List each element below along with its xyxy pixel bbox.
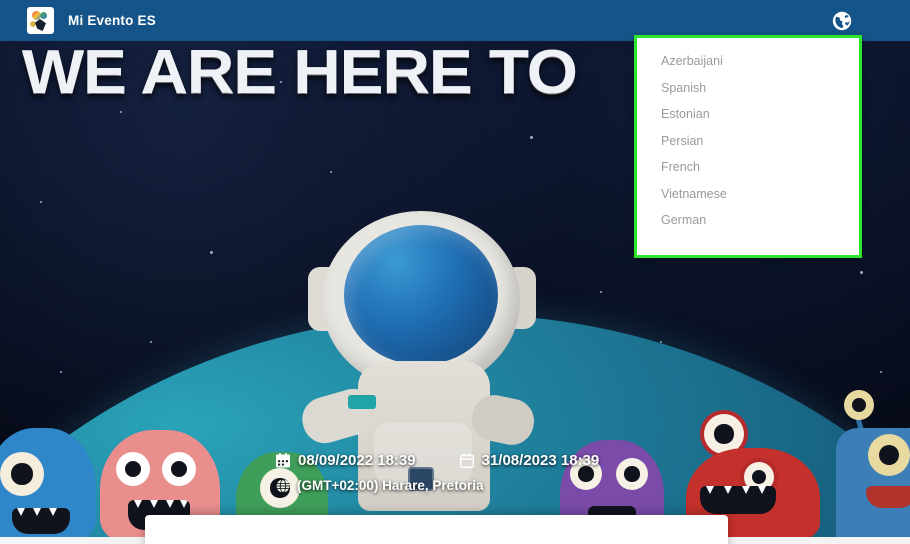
event-end-text: 31/08/2023 18:39 xyxy=(481,452,600,469)
language-option-azerbaijani[interactable]: Azerbaijani xyxy=(637,48,859,75)
globe-icon xyxy=(832,11,852,30)
event-meta: 08/09/2022 18:39 31/08/2023 18:39 (GMT+0… xyxy=(276,452,599,493)
language-option-vietnamese[interactable]: Vietnamese xyxy=(637,181,859,208)
event-timezone-text: (GMT+02:00) Harare, Pretoria xyxy=(297,478,484,493)
monster-graphic-blue-left xyxy=(0,424,96,544)
globe-icon xyxy=(276,478,290,493)
language-option-spanish[interactable]: Spanish xyxy=(637,75,859,102)
event-timezone: (GMT+02:00) Harare, Pretoria xyxy=(276,478,483,493)
language-selector-button[interactable] xyxy=(831,10,853,32)
page-title: Mi Evento ES xyxy=(68,13,156,28)
content-card xyxy=(145,515,728,544)
calendar-filled-icon xyxy=(276,453,290,468)
language-option-german[interactable]: German xyxy=(637,207,859,234)
event-start-text: 08/09/2022 18:39 xyxy=(298,452,416,469)
language-option-french[interactable]: French xyxy=(637,154,859,181)
language-dropdown-menu[interactable]: Azerbaijani Spanish Estonian Persian Fre… xyxy=(634,35,862,258)
language-list: Azerbaijani Spanish Estonian Persian Fre… xyxy=(637,38,859,234)
event-start-datetime: 08/09/2022 18:39 xyxy=(276,452,416,469)
monster-graphic-blue-right xyxy=(836,390,910,544)
language-option-persian[interactable]: Persian xyxy=(637,128,859,155)
event-end-datetime: 31/08/2023 18:39 xyxy=(459,452,600,469)
event-landing-page: WE ARE HERE TO 08/09/2022 18:39 31/08/20… xyxy=(0,0,910,544)
hero-headline: WE ARE HERE TO xyxy=(22,41,578,107)
event-logo-icon[interactable] xyxy=(27,7,54,34)
calendar-outline-icon xyxy=(459,453,474,468)
language-option-estonian[interactable]: Estonian xyxy=(637,101,859,128)
